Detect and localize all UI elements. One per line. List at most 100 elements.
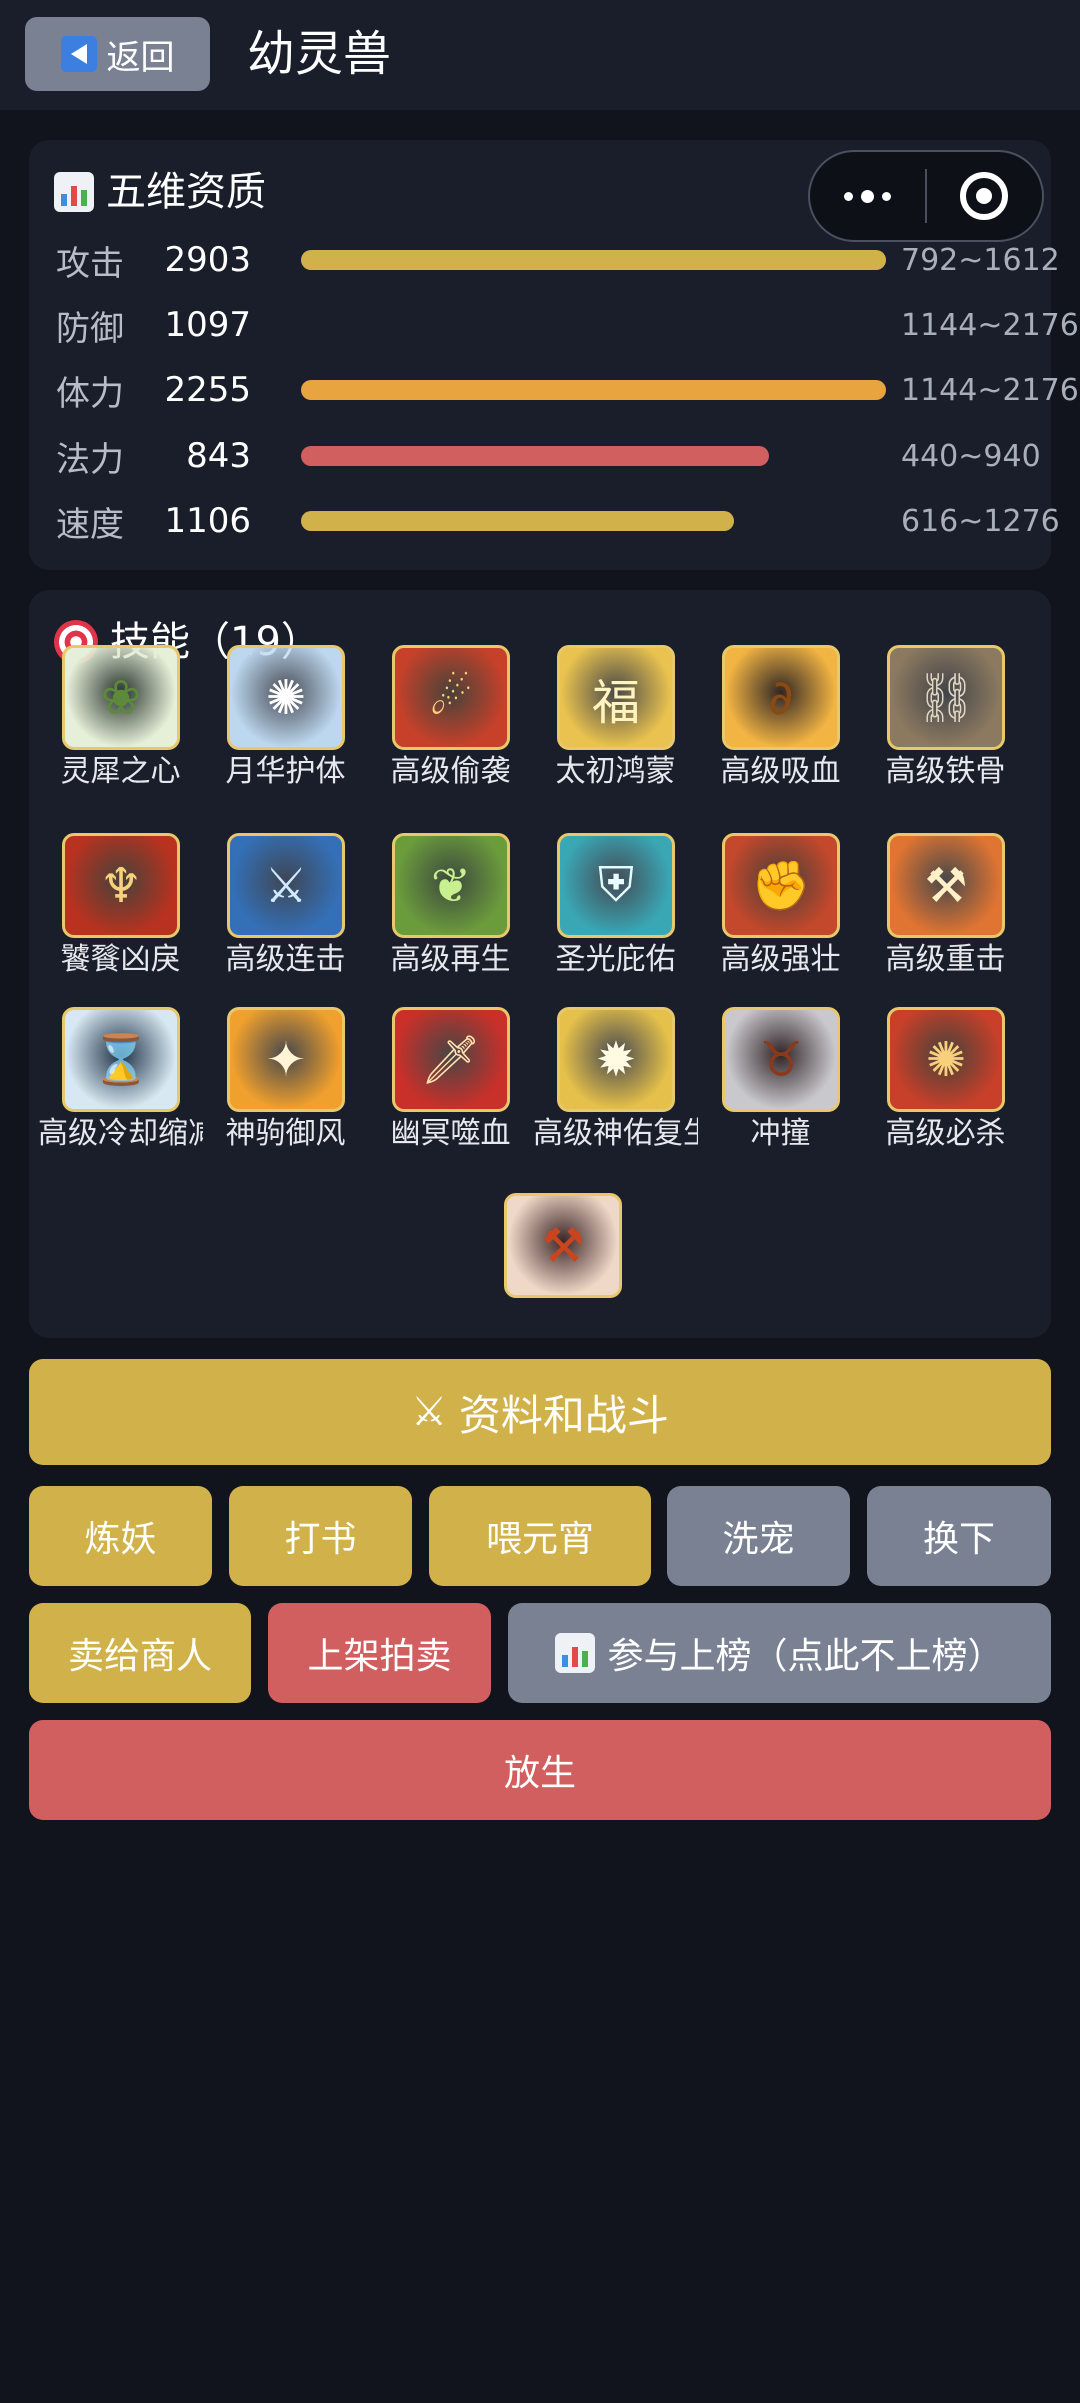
skill-item[interactable]: ♉ 冲撞: [698, 1007, 863, 1157]
skill-label: 冲撞: [750, 1116, 811, 1151]
skill-item[interactable]: ⚒: [480, 1193, 645, 1343]
skill-label: 高级再生: [390, 942, 511, 977]
stat-value: 1106: [164, 501, 251, 541]
stat-range: 1144~2176: [901, 307, 1079, 343]
skill-label: 太初鸿蒙: [555, 754, 676, 789]
bar-chart-icon: [54, 172, 94, 212]
skill-item[interactable]: ⛨ 圣光庇佑: [533, 833, 698, 983]
stat-bar-track: [301, 380, 886, 400]
stats-title: 五维资质: [54, 167, 266, 217]
stat-row: 防御 1097 1144~2176: [56, 300, 1079, 350]
stat-label: 法力: [56, 439, 124, 480]
stat-value: 2903: [164, 240, 251, 280]
skill-item[interactable]: ✺ 月华护体: [203, 645, 368, 795]
stat-range: 792~1612: [901, 242, 1060, 278]
refine-button[interactable]: 炼妖: [29, 1486, 212, 1586]
skill-item[interactable]: ⚔ 高级连击: [203, 833, 368, 983]
crossed-swords-icon: ⚔: [411, 1389, 447, 1435]
moon-shield-icon: ✺: [227, 645, 345, 750]
feed-button[interactable]: 喂元宵: [429, 1486, 651, 1586]
skill-item[interactable]: 福太初鸿蒙: [533, 645, 698, 795]
fortune-icon: 福: [557, 645, 675, 750]
battle-axe-icon: ⚒: [504, 1193, 622, 1298]
skill-item[interactable]: ⛓ 高级铁骨: [863, 645, 1028, 795]
target-icon: [960, 172, 1009, 220]
stat-range: 616~1276: [901, 503, 1060, 539]
stat-bar-track: [301, 250, 886, 270]
skill-item[interactable]: ❀ 灵犀之心: [38, 645, 203, 795]
skill-label: 饕餮凶戾: [60, 942, 181, 977]
skill-label: 月华护体: [225, 754, 346, 789]
more-dots-icon[interactable]: [810, 189, 925, 203]
stat-row: 攻击 2903 792~1612: [56, 235, 1060, 285]
skill-label: 圣光庇佑: [555, 942, 676, 977]
stat-range: 1144~2176: [901, 372, 1079, 408]
stat-label: 速度: [56, 504, 124, 545]
skill-item[interactable]: ⚒ 高级重击: [863, 833, 1028, 983]
stat-value: 1097: [164, 305, 251, 345]
skill-item[interactable]: ✹ 高级神佑复生: [533, 1007, 698, 1157]
hourglass-icon: ⌛: [62, 1007, 180, 1112]
stat-row: 体力 2255 1144~2176: [56, 365, 1079, 415]
ranking-button[interactable]: 参与上榜（点此不上榜）: [508, 1603, 1051, 1703]
stat-label: 攻击: [56, 243, 124, 284]
skill-item[interactable]: ♆ 饕餮凶戾: [38, 833, 203, 983]
miniprogram-capsule: [808, 150, 1044, 242]
skill-label: 幽冥噬血: [390, 1116, 511, 1151]
stat-label: 体力: [56, 373, 124, 414]
skill-label: 高级神佑复生: [533, 1116, 698, 1151]
horned-helmet-icon: ♉: [722, 1007, 840, 1112]
burst-icon: ✺: [887, 1007, 1005, 1112]
stat-value: 2255: [164, 370, 251, 410]
skill-label: 神驹御风: [225, 1116, 346, 1151]
crossed-swords-icon: ⚔: [227, 833, 345, 938]
stat-row: 法力 843 440~940: [56, 431, 1041, 481]
skill-item[interactable]: ✦ 神驹御风: [203, 1007, 368, 1157]
navigation-bar: 返回 幼灵兽: [0, 0, 1080, 110]
page-title: 幼灵兽: [247, 26, 392, 82]
wash-pet-button[interactable]: 洗宠: [667, 1486, 850, 1586]
bar-chart-icon: [555, 1633, 596, 1673]
skill-item[interactable]: ✊ 高级强壮: [698, 833, 863, 983]
release-button[interactable]: 放生: [29, 1720, 1051, 1820]
stats-title-text: 五维资质: [106, 169, 266, 215]
stat-bar-track: [301, 511, 886, 531]
hammer-icon: ⚒: [887, 833, 1005, 938]
study-book-button[interactable]: 打书: [229, 1486, 412, 1586]
stat-value: 843: [186, 436, 251, 476]
skill-item[interactable]: ⌛ 高级冷却缩减: [38, 1007, 203, 1157]
trident-icon: ♆: [62, 833, 180, 938]
stat-row: 速度 1106 616~1276: [56, 496, 1060, 546]
stat-range: 440~940: [901, 438, 1041, 474]
stat-bar-fill: [301, 380, 886, 400]
power-arm-icon: ✊: [722, 833, 840, 938]
skills-panel: 技能（19） ❀ 灵犀之心 ✺ 月华护体 ☄ 高级偷袭福太初鸿蒙 ∂ 高级吸血 ⛓ 高级铁骨 ♆ 饕餮…: [29, 590, 1051, 1338]
skill-item[interactable]: ❦ 高级再生: [368, 833, 533, 983]
skill-label: 高级冷却缩减: [38, 1116, 203, 1151]
info-battle-label: 资料和战斗: [458, 1390, 669, 1440]
back-button[interactable]: 返回: [25, 17, 210, 91]
back-label: 返回: [106, 37, 175, 78]
sell-to-merchant-button[interactable]: 卖给商人: [29, 1603, 251, 1703]
blood-chain-icon: ∂: [722, 645, 840, 750]
skill-label: 灵犀之心: [60, 754, 181, 789]
swap-out-button[interactable]: 换下: [867, 1486, 1051, 1586]
skill-label: 高级铁骨: [885, 754, 1006, 789]
skill-item[interactable]: ✺ 高级必杀: [863, 1007, 1028, 1157]
info-battle-button[interactable]: ⚔ 资料和战斗: [29, 1359, 1051, 1465]
iron-chain-icon: ⛓: [887, 645, 1005, 750]
skill-label: 高级强壮: [720, 942, 841, 977]
fire-strike-icon: ☄: [392, 645, 510, 750]
skill-label: 高级偷袭: [390, 754, 511, 789]
skill-item[interactable]: ∂ 高级吸血: [698, 645, 863, 795]
divine-light-icon: ✹: [557, 1007, 675, 1112]
close-miniprogram-button[interactable]: [927, 172, 1042, 220]
skill-item[interactable]: ☄ 高级偷袭: [368, 645, 533, 795]
skill-label: 高级吸血: [720, 754, 841, 789]
leaf-icon: ❦: [392, 833, 510, 938]
skill-item[interactable]: 🗡 幽冥噬血: [368, 1007, 533, 1157]
skill-label: 高级重击: [885, 942, 1006, 977]
auction-button[interactable]: 上架拍卖: [268, 1603, 491, 1703]
back-arrow-icon: [60, 36, 97, 72]
stat-bar-fill: [301, 511, 734, 531]
